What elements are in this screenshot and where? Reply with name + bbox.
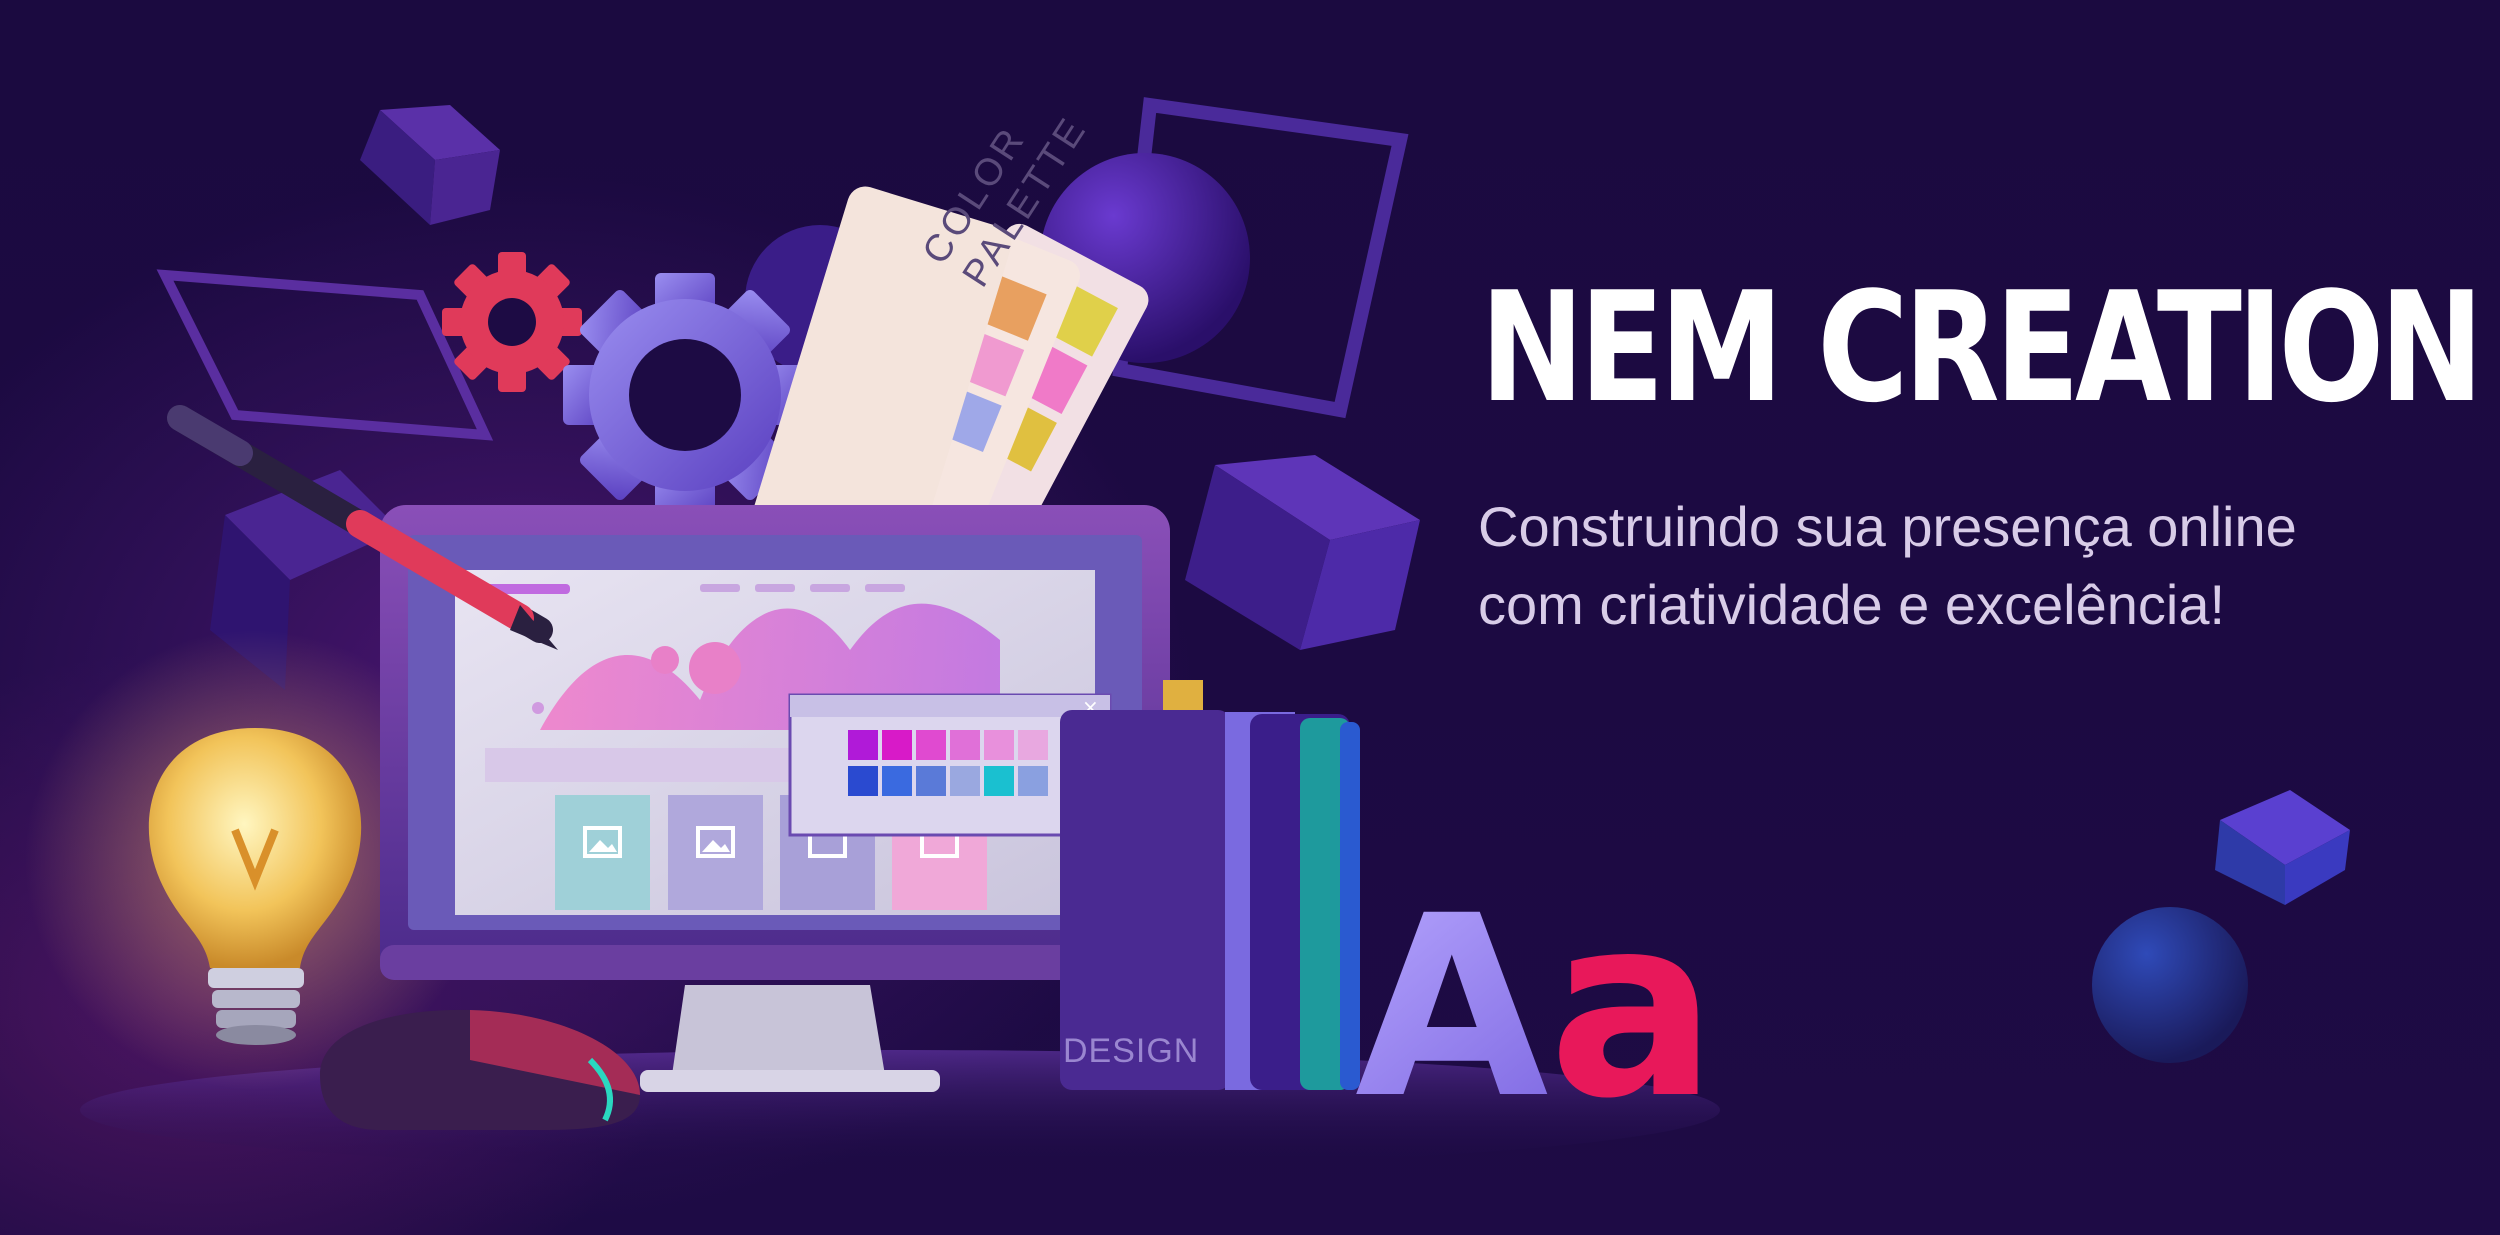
image-icon (668, 795, 763, 910)
design-book: DESIGN (1060, 680, 1360, 1090)
frame-shape (156, 269, 494, 441)
letters-aa: Aa (1355, 862, 1717, 1153)
brand-tagline: Construindo sua presença online com cria… (1478, 488, 2478, 644)
cube-icon (1185, 455, 1420, 650)
brand-headline: NEM CREATION (1480, 259, 2484, 436)
image-icon (555, 795, 650, 910)
tagline-line-1: Construindo sua presença online (1478, 495, 2297, 558)
hero-banner: COLOR PALETTE × DESIGN Aa NEM CREATION C… (0, 0, 2500, 1235)
mouse-icon (320, 1009, 640, 1130)
tagline-line-2: com criatividade e excelência! (1478, 573, 2226, 636)
book-label: DESIGN (1063, 1032, 1199, 1070)
gear-icon (442, 252, 582, 392)
cube-icon (360, 105, 500, 225)
sphere-icon (2092, 907, 2248, 1063)
cube-icon (2215, 790, 2350, 905)
